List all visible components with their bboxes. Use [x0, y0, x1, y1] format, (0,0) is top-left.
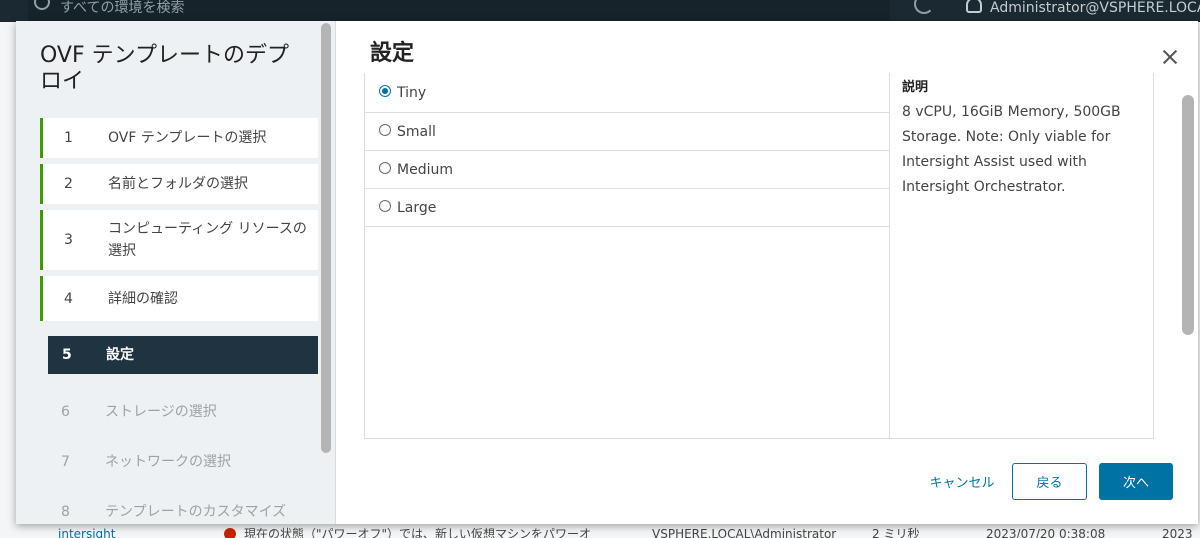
global-search-placeholder: すべての環境を検索	[60, 0, 185, 16]
option-label: Medium	[397, 161, 453, 178]
next-button[interactable]: 次へ	[1099, 463, 1173, 500]
step-number: 1	[64, 130, 73, 146]
option-large[interactable]: Large	[365, 189, 889, 227]
step-label: コンピューティング リソースの選択	[108, 221, 307, 259]
option-medium[interactable]: Medium	[365, 151, 889, 189]
step-title: 設定	[370, 41, 415, 66]
option-small[interactable]: Small	[365, 113, 889, 151]
step-label: 設定	[106, 347, 134, 363]
wizard-step-3[interactable]: 3 コンピューティング リソースの選択	[40, 210, 318, 270]
user-menu[interactable]: Administrator@VSPHERE.LOCAL	[964, 0, 1200, 16]
wizard-step-8: 8 テンプレートのカスタマイズ	[40, 492, 318, 524]
step-label: ネットワークの選択	[105, 454, 231, 470]
refresh-icon[interactable]	[914, 0, 934, 14]
task-status: 現在の状態（"パワーオフ"）では、新しい仮想マシンをパワーオ	[244, 527, 592, 538]
cancel-button[interactable]: キャンセル	[920, 463, 1004, 500]
description-heading: 説明	[902, 80, 929, 95]
step-number: 7	[61, 454, 70, 470]
step-label: テンプレートのカスタマイズ	[105, 504, 287, 520]
wizard-step-4[interactable]: 4 詳細の確認	[40, 276, 318, 321]
radio-tiny[interactable]	[379, 84, 391, 97]
radio-medium[interactable]	[379, 161, 391, 174]
app-header: すべての環境を検索 Administrator@VSPHERE.LOCAL	[0, 0, 1200, 22]
step-number: 3	[64, 232, 73, 248]
task-queued: 2 ミリ秒	[872, 527, 920, 538]
wizard-step-2[interactable]: 2 名前とフォルダの選択	[40, 164, 318, 204]
option-description: 説明 8 vCPU, 16GiB Memory, 500GB Storage. …	[889, 73, 1153, 439]
radio-small[interactable]	[379, 123, 391, 136]
step-label: 名前とフォルダの選択	[108, 176, 248, 192]
content-scrollbar[interactable]	[1182, 95, 1194, 335]
task-end: 2023	[1162, 527, 1193, 538]
back-button[interactable]: 戻る	[1012, 463, 1087, 500]
step-number: 8	[61, 504, 70, 520]
deploy-ovf-wizard: OVF テンプレートのデプロイ 1 OVF テンプレートの選択 2 名前とフォル…	[16, 21, 1198, 524]
user-name: Administrator@VSPHERE.LOCAL	[990, 0, 1200, 16]
wizard-step-nav: OVF テンプレートのデプロイ 1 OVF テンプレートの選択 2 名前とフォル…	[16, 21, 336, 524]
wizard-step-5[interactable]: 5 設定	[48, 336, 318, 374]
description-text: 8 vCPU, 16GiB Memory, 500GB Storage. Not…	[902, 104, 1121, 195]
radio-large[interactable]	[379, 199, 391, 212]
step-nav-scrollbar[interactable]	[321, 23, 331, 453]
user-icon	[966, 0, 982, 13]
wizard-step-6: 6 ストレージの選択	[40, 392, 318, 432]
deployment-options: Tiny Small Medium Large	[365, 73, 889, 227]
search-icon	[34, 0, 50, 10]
wizard-step-1[interactable]: 1 OVF テンプレートの選択	[40, 118, 318, 158]
step-label: ストレージの選択	[105, 404, 217, 420]
step-label: 詳細の確認	[108, 290, 178, 307]
task-initiator: VSPHERE.LOCAL\Administrator	[652, 527, 837, 538]
step-number: 5	[62, 347, 72, 363]
task-target-link[interactable]: intersight	[58, 528, 115, 538]
wizard-step-7: 7 ネットワークの選択	[40, 442, 318, 482]
global-search-input[interactable]: すべての環境を検索	[28, 0, 890, 22]
wizard-title: OVF テンプレートのデプロイ	[40, 43, 289, 94]
error-icon	[224, 528, 236, 538]
step-number: 4	[64, 290, 73, 307]
task-start: 2023/07/20 0:38:08	[986, 527, 1106, 538]
deployment-config-panel: Tiny Small Medium Large 説明 8 vCPU, 16GiB…	[364, 73, 1154, 439]
option-label: Large	[397, 199, 437, 216]
option-tiny[interactable]: Tiny	[365, 73, 889, 113]
close-icon[interactable]	[1158, 45, 1182, 69]
step-number: 6	[61, 404, 70, 420]
option-label: Tiny	[397, 84, 427, 101]
option-label: Small	[397, 123, 436, 140]
recent-task-row: intersight 現在の状態（"パワーオフ"）では、新しい仮想マシンをパワー…	[0, 524, 1200, 538]
step-number: 2	[64, 176, 73, 192]
step-label: OVF テンプレートの選択	[108, 130, 267, 146]
